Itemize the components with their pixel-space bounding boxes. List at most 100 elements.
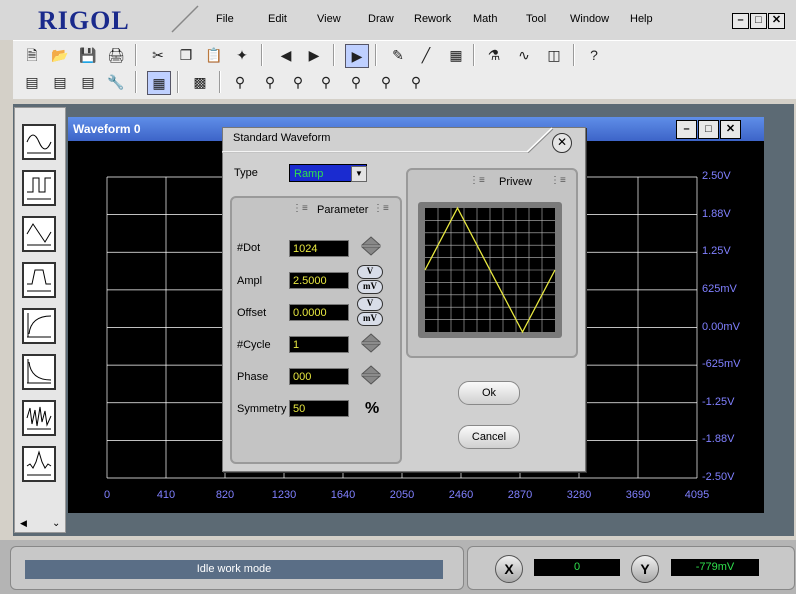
cycle-field[interactable]: 1	[289, 336, 349, 353]
wrench-icon[interactable]: 🔧	[105, 71, 127, 93]
print-icon[interactable]: 🖨	[105, 44, 127, 66]
phase-field[interactable]: 000	[289, 368, 349, 385]
zoom-reset-icon[interactable]: ⚲	[375, 71, 397, 93]
help-icon[interactable]: ?	[583, 44, 605, 66]
zoom-icon[interactable]: ⚲	[405, 71, 427, 93]
grip-icon: ⋮≡	[292, 203, 308, 214]
ok-button[interactable]: Ok	[458, 381, 520, 405]
cut-icon[interactable]: ✂	[147, 44, 169, 66]
minimize-icon[interactable]: –	[676, 120, 697, 139]
y-tick-label: 1.25V	[702, 245, 731, 258]
toolbar-separator	[573, 44, 575, 66]
chevron-down-icon[interactable]: ▼	[351, 166, 367, 182]
offset-field[interactable]: 0.0000	[289, 304, 349, 321]
toolbar-separator	[135, 44, 137, 66]
menu-help[interactable]: Help	[630, 13, 653, 25]
sine-wave-icon[interactable]	[22, 124, 56, 160]
maximize-icon[interactable]: □	[698, 120, 719, 139]
phase-spin-icon[interactable]	[361, 365, 381, 385]
parameter-title: Parameter	[317, 204, 369, 216]
eraser-icon[interactable]: ✎	[387, 44, 409, 66]
copy-icon[interactable]: ❐	[175, 44, 197, 66]
y-tick-label: 0.00mV	[702, 320, 740, 333]
y-tick-label: 2.50V	[702, 170, 731, 182]
menu-rework[interactable]: Rework	[414, 13, 451, 25]
close-icon[interactable]: ✕	[720, 120, 741, 139]
triangle-wave-icon[interactable]	[22, 216, 56, 252]
cycle-spin-icon[interactable]	[361, 333, 381, 353]
noise-icon[interactable]	[22, 400, 56, 436]
pointer-icon[interactable]: ▶	[345, 44, 369, 68]
open-folder-icon[interactable]: 📂	[49, 44, 71, 66]
device-icon[interactable]: ◫	[543, 44, 565, 66]
symmetry-field[interactable]: 50	[289, 400, 349, 417]
toolbar: 🗎 📂 💾 🖨 ✂ ❐ 📋 ✦ ◀ ▶ ▶ ✎ ╱ ▦ ⚗ ∿ ◫ ? ▤ ▤ …	[13, 40, 796, 99]
cycle-label: #Cycle	[237, 339, 271, 351]
y-coordinate-value: -779mV	[671, 559, 759, 576]
exp-fall-icon[interactable]	[22, 354, 56, 390]
menu-tool[interactable]: Tool	[526, 13, 546, 25]
chart-edit-2-icon[interactable]: ▤	[49, 71, 71, 93]
waveform-icon[interactable]: ∿	[513, 44, 535, 66]
close-icon[interactable]: ✕	[768, 13, 785, 29]
paste-icon[interactable]: 📋	[203, 44, 225, 66]
x-tick-label: 4095	[684, 489, 710, 501]
toolbar-separator	[177, 71, 179, 93]
x-tick-label: 3690	[625, 489, 651, 501]
menu-math[interactable]: Math	[473, 13, 497, 25]
zoom-vertical-icon[interactable]: ⚲	[287, 71, 309, 93]
save-icon[interactable]: 💾	[77, 44, 99, 66]
type-label: Type	[234, 167, 258, 179]
ampl-v-button[interactable]: V	[357, 265, 383, 279]
zoom-fit-icon[interactable]: ⚲	[229, 71, 251, 93]
minimize-icon[interactable]: –	[732, 13, 749, 29]
dialog-title: Standard Waveform	[233, 132, 331, 144]
offset-mv-button[interactable]: mV	[357, 312, 383, 326]
grid-tool-icon[interactable]: ▦	[445, 44, 467, 66]
chart-edit-1-icon[interactable]: ▤	[21, 71, 43, 93]
app-logo: RIGOL	[38, 6, 130, 35]
y-coordinate-button[interactable]: Y	[631, 555, 659, 583]
y-tick-label: -2.50V	[702, 471, 735, 483]
next-icon[interactable]: ▶	[303, 44, 325, 66]
prev-icon[interactable]: ◀	[275, 44, 297, 66]
ampl-field[interactable]: 2.5000	[289, 272, 349, 289]
y-tick-label: 1.88V	[702, 207, 731, 220]
dot-grid-icon[interactable]: ▩	[189, 71, 211, 93]
grid-view-icon[interactable]: ▦	[147, 71, 171, 95]
dot-spin-icon[interactable]	[361, 236, 381, 256]
x-tick-label: 2870	[507, 489, 533, 501]
x-tick-label: 1230	[271, 489, 297, 501]
x-tick-label: 410	[156, 489, 176, 501]
menu-window[interactable]: Window	[570, 13, 609, 25]
cancel-button[interactable]: Cancel	[458, 425, 520, 449]
connect-icon[interactable]: ⚗	[483, 44, 505, 66]
menu-file[interactable]: File	[216, 13, 234, 25]
x-tick-label: 2460	[448, 489, 474, 501]
menu-draw[interactable]: Draw	[368, 13, 394, 25]
menu-edit[interactable]: Edit	[268, 13, 287, 25]
zoom-out-icon[interactable]: ⚲	[345, 71, 367, 93]
exp-rise-icon[interactable]	[22, 308, 56, 344]
y-tick-label: 625mV	[702, 282, 737, 295]
line-tool-icon[interactable]: ╱	[415, 44, 437, 66]
close-icon[interactable]: ✕	[552, 133, 572, 153]
menu-view[interactable]: View	[317, 13, 341, 25]
chart-edit-3-icon[interactable]: ▤	[77, 71, 99, 93]
pulse-wave-icon[interactable]	[22, 262, 56, 298]
scroll-down-icon[interactable]: ⌄	[52, 518, 60, 529]
zoom-in-icon[interactable]: ⚲	[259, 71, 281, 93]
waveform-palette: ◀ ⌄	[14, 107, 66, 533]
wand-icon[interactable]: ✦	[231, 44, 253, 66]
maximize-icon[interactable]: □	[750, 13, 767, 29]
scroll-left-icon[interactable]: ◀	[20, 518, 27, 529]
new-file-icon[interactable]: 🗎	[21, 44, 43, 66]
offset-v-button[interactable]: V	[357, 297, 383, 311]
sinc-icon[interactable]	[22, 446, 56, 482]
zoom-horizontal-icon[interactable]: ⚲	[315, 71, 337, 93]
toolbar-separator	[219, 71, 221, 93]
square-wave-icon[interactable]	[22, 170, 56, 206]
dot-field[interactable]: 1024	[289, 240, 349, 257]
x-coordinate-button[interactable]: X	[495, 555, 523, 583]
ampl-mv-button[interactable]: mV	[357, 280, 383, 294]
